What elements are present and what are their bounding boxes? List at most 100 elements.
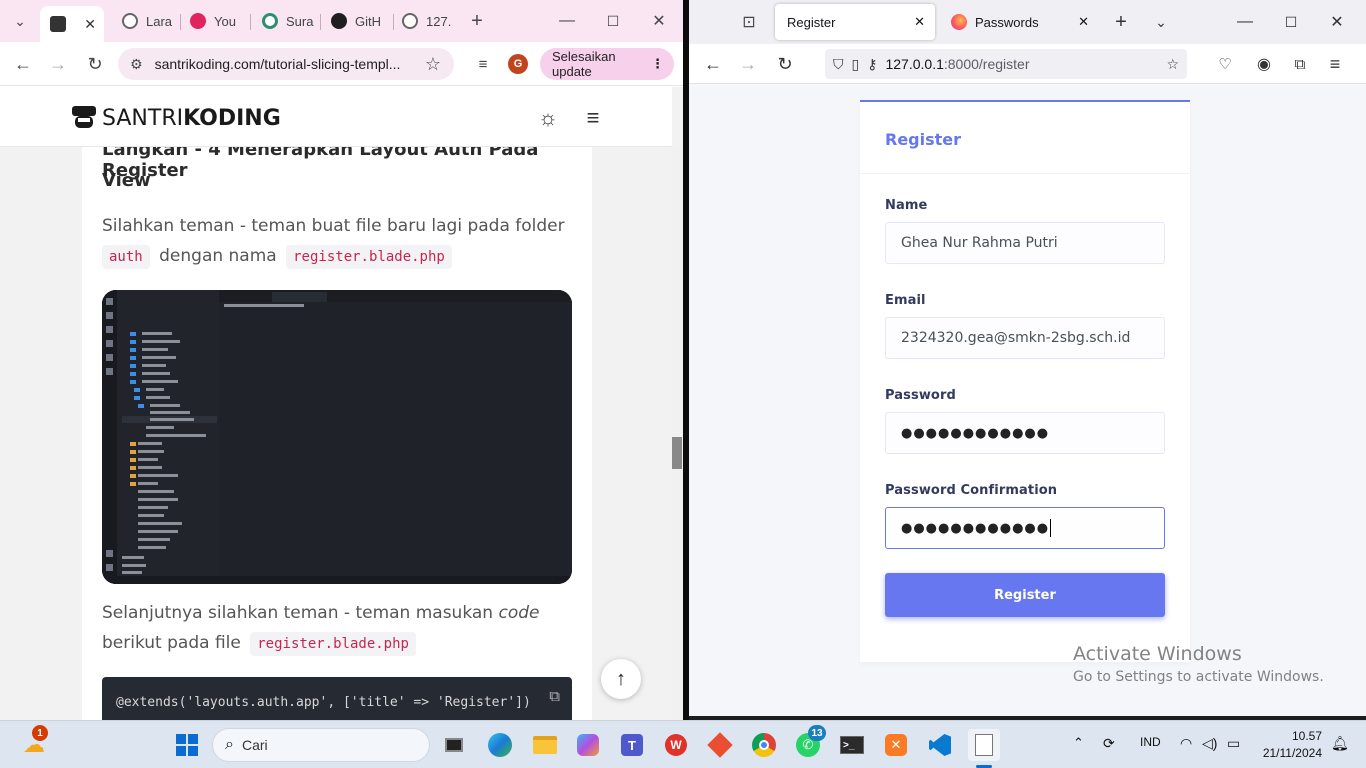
password-label: Password: [885, 388, 956, 403]
new-tab-plus-icon[interactable]: +: [1107, 8, 1135, 36]
santrikoding-logo[interactable]: SANTRI KODING: [70, 104, 281, 132]
email-input[interactable]: 2324320.gea@smkn-2sbg.sch.id: [885, 317, 1165, 359]
paragraph-2: Selanjutnya silahkan teman - teman masuk…: [102, 603, 540, 623]
firefox-window: ⊡ Register ✕ Passwords ✕ + ⌄ — ☐ ✕ ← → ↻…: [689, 0, 1366, 716]
notepad-icon[interactable]: [968, 729, 1000, 761]
media-control-icon[interactable]: ≡: [469, 50, 497, 78]
santri-mascot-icon: [72, 106, 96, 128]
update-button[interactable]: Selesaikan update ⋮: [540, 48, 674, 80]
edge-browser-icon[interactable]: [484, 729, 516, 761]
tab-search-chevron-icon[interactable]: ⌄: [6, 7, 34, 35]
battery-icon[interactable]: ▭: [1227, 735, 1240, 752]
wifi-icon[interactable]: ◠: [1180, 735, 1192, 752]
whatsapp-icon[interactable]: ✆ 13: [792, 725, 826, 761]
minimize-icon[interactable]: —: [553, 7, 581, 35]
notification-badge: 1: [32, 725, 48, 741]
firefox-tab-register[interactable]: Register ✕: [775, 4, 935, 40]
chrome-icon[interactable]: [748, 729, 780, 761]
clock[interactable]: 10.57 21/11/2024: [1258, 729, 1322, 760]
wps-office-icon[interactable]: W: [660, 729, 692, 761]
site-info-icon[interactable]: ⚙: [130, 56, 143, 73]
copilot-icon[interactable]: [572, 729, 604, 761]
back-arrow-icon[interactable]: ←: [9, 50, 37, 78]
language-indicator[interactable]: IND: [1140, 735, 1161, 749]
chrome-tab-youtube[interactable]: You: [190, 6, 242, 36]
chrome-toolbar: ← → ↻ ⚙ santrikoding.com/tutorial-slicin…: [0, 42, 683, 86]
weather-widget-icon[interactable]: ☁ 1: [18, 725, 50, 761]
git-icon[interactable]: [704, 729, 736, 761]
chrome-tab-strip: ⌄ ✕ Lara You Sura GitH 127. + — ☐ ✕: [0, 0, 683, 42]
teams-icon[interactable]: T: [616, 729, 648, 761]
name-label: Name: [885, 198, 928, 213]
chrome-tab-github[interactable]: GitH: [331, 6, 391, 36]
notification-bell-icon[interactable]: 🔔︎: [1331, 735, 1349, 752]
inline-code-filename-2: register.blade.php: [250, 632, 416, 656]
extensions-icon[interactable]: ⧉: [1286, 50, 1314, 78]
reload-icon[interactable]: ↻: [81, 50, 109, 78]
theme-sun-icon[interactable]: ☼: [534, 104, 562, 132]
search-icon: ⌕: [225, 736, 234, 753]
vscode-icon[interactable]: [924, 729, 956, 761]
paragraph-1-line2: auth dengan nama register.blade.php: [102, 245, 452, 269]
password-confirmation-input[interactable]: ●●●●●●●●●●●●: [885, 507, 1165, 549]
taskbar-search-box[interactable]: ⌕ Cari: [212, 728, 430, 762]
new-tab-plus-icon[interactable]: +: [463, 7, 491, 35]
show-hidden-icons-chevron-icon[interactable]: ⌃: [1073, 735, 1084, 751]
list-tabs-chevron-icon[interactable]: ⌄: [1147, 8, 1175, 36]
globe-icon: [122, 13, 138, 29]
sync-icon[interactable]: ⟳: [1103, 735, 1115, 752]
name-input[interactable]: Ghea Nur Rahma Putri: [885, 222, 1165, 264]
bookmark-star-icon[interactable]: ☆: [419, 50, 447, 78]
close-tab-icon[interactable]: ✕: [1078, 14, 1089, 30]
minimize-icon[interactable]: —: [1231, 8, 1259, 36]
tracking-shield-icon[interactable]: ⛉: [833, 56, 844, 73]
scroll-to-top-button[interactable]: ↑: [601, 659, 641, 699]
account-icon[interactable]: ◉: [1250, 50, 1278, 78]
password-input[interactable]: ●●●●●●●●●●●●: [885, 412, 1165, 454]
terminal-icon[interactable]: >_: [836, 729, 868, 761]
firefox-address-bar[interactable]: ⛉ ▯ ⚷ 127.0.0.1:8000/register ☆: [825, 49, 1187, 79]
chrome-tab-santrikoding[interactable]: ✕: [40, 6, 104, 42]
firefox-tab-passwords[interactable]: Passwords ✕: [939, 4, 1099, 40]
email-label: Email: [885, 293, 926, 308]
copy-clipboard-icon[interactable]: ⧉: [549, 687, 560, 705]
back-arrow-icon[interactable]: ←: [699, 50, 727, 78]
youtube-icon: [190, 13, 206, 29]
close-tab-icon[interactable]: ✕: [914, 14, 925, 30]
xampp-icon[interactable]: ✕: [880, 729, 912, 761]
chrome-tab-sura[interactable]: Sura: [262, 6, 314, 36]
pocket-icon[interactable]: ♡: [1211, 50, 1239, 78]
more-menu-icon[interactable]: ⋮: [651, 56, 664, 72]
profile-avatar[interactable]: G: [508, 54, 528, 74]
card-title: Register: [885, 130, 962, 149]
inline-code-auth: auth: [102, 245, 150, 269]
forward-arrow-icon[interactable]: →: [734, 50, 762, 78]
close-window-icon[interactable]: ✕: [645, 7, 673, 35]
hamburger-menu-icon[interactable]: ≡: [579, 104, 607, 132]
reload-icon[interactable]: ↻: [771, 50, 799, 78]
chrome-tab-laravel[interactable]: Lara: [122, 6, 174, 36]
chrome-address-bar[interactable]: ⚙ santrikoding.com/tutorial-slicing-temp…: [118, 48, 454, 80]
forward-arrow-icon[interactable]: →: [44, 50, 72, 78]
maximize-icon[interactable]: ☐: [599, 7, 627, 35]
close-tab-icon[interactable]: ✕: [84, 16, 96, 33]
chrome-window: ⌄ ✕ Lara You Sura GitH 127. + — ☐ ✕ ← → …: [0, 0, 683, 720]
page-icon: ▯: [851, 55, 860, 72]
tab-groups-icon[interactable]: ⊡: [735, 8, 763, 36]
firefox-toolbar: ← → ↻ ⛉ ▯ ⚷ 127.0.0.1:8000/register ☆ ♡ …: [689, 44, 1366, 84]
notification-badge: 13: [808, 725, 826, 741]
file-explorer-icon[interactable]: [529, 729, 561, 761]
maximize-icon[interactable]: ☐: [1277, 8, 1305, 36]
windows-start-icon[interactable]: [171, 729, 203, 761]
task-view-icon[interactable]: [438, 729, 470, 761]
register-submit-button[interactable]: Register: [885, 573, 1165, 617]
page-scrollbar[interactable]: [671, 147, 683, 720]
register-card: Register Name Ghea Nur Rahma Putri Email…: [860, 100, 1190, 662]
close-window-icon[interactable]: ✕: [1323, 8, 1351, 36]
bookmark-star-icon[interactable]: ☆: [1166, 56, 1179, 73]
chrome-tab-localhost[interactable]: 127.: [402, 6, 454, 36]
firefox-tab-strip: ⊡ Register ✕ Passwords ✕ + ⌄ — ☐ ✕: [689, 0, 1366, 44]
volume-icon[interactable]: ◁): [1202, 735, 1217, 752]
app-menu-icon[interactable]: ≡: [1321, 50, 1349, 78]
key-icon[interactable]: ⚷: [867, 56, 877, 73]
